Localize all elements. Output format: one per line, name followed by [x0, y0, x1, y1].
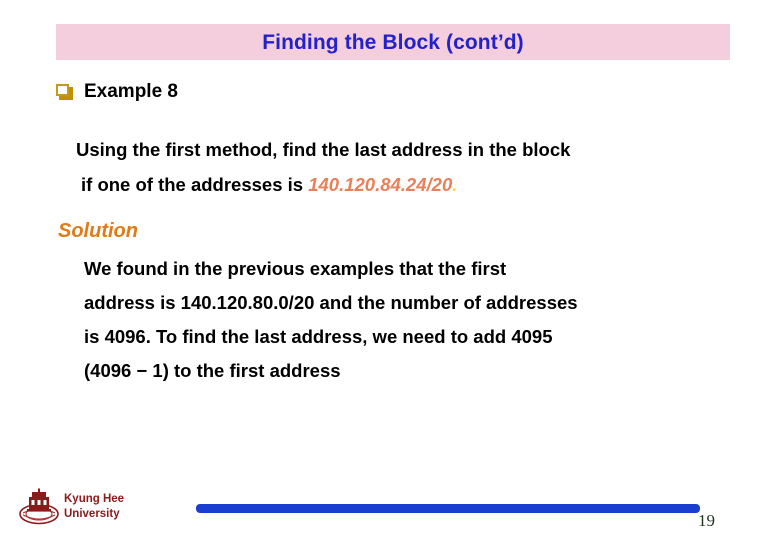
- solution-heading: Solution: [58, 220, 138, 242]
- given-ip-address: 140.120.84.24/20.: [308, 174, 457, 195]
- hollow-square-bullet-icon: [56, 83, 73, 100]
- bullet-item-label: Example 8: [84, 81, 178, 102]
- university-name: Kyung Hee University: [64, 492, 124, 522]
- kyung-hee-university-emblem-icon: [18, 487, 60, 527]
- university-name-line-1: Kyung Hee: [64, 493, 125, 505]
- question-line-1: Using the first method, find the last ad…: [76, 139, 571, 160]
- solution-line-2: address is 140.120.80.0/20 and the numbe…: [84, 292, 578, 313]
- page-title: Finding the Block (cont’d): [262, 30, 524, 54]
- question-line-2: if one of the addresses is 140.120.84.24…: [76, 167, 746, 202]
- university-name-line-2: University: [64, 508, 120, 520]
- question-line-2-prefix: if one of the addresses is: [81, 174, 309, 195]
- solution-line-4: (4096 − 1) to the first address: [84, 360, 341, 381]
- slide-title-banner: Finding the Block (cont’d): [56, 24, 730, 60]
- solution-line-1: We found in the previous examples that t…: [84, 258, 507, 279]
- footer-branding: Kyung Hee University: [18, 487, 124, 527]
- slide-canvas: Finding the Block (cont’d) Example 8 Usi…: [0, 0, 780, 540]
- solution-line-3: is 4096. To find the last address, we ne…: [84, 326, 553, 347]
- given-ip-address-value: 140.120.84.24/20: [308, 174, 453, 195]
- given-ip-address-period: .: [452, 174, 458, 195]
- page-number: 19: [698, 511, 715, 530]
- bullet-item-example: Example 8: [56, 82, 178, 101]
- question-block: Using the first method, find the last ad…: [76, 132, 746, 202]
- footer-divider-bar: [196, 504, 700, 513]
- solution-block: We found in the previous examples that t…: [84, 252, 734, 388]
